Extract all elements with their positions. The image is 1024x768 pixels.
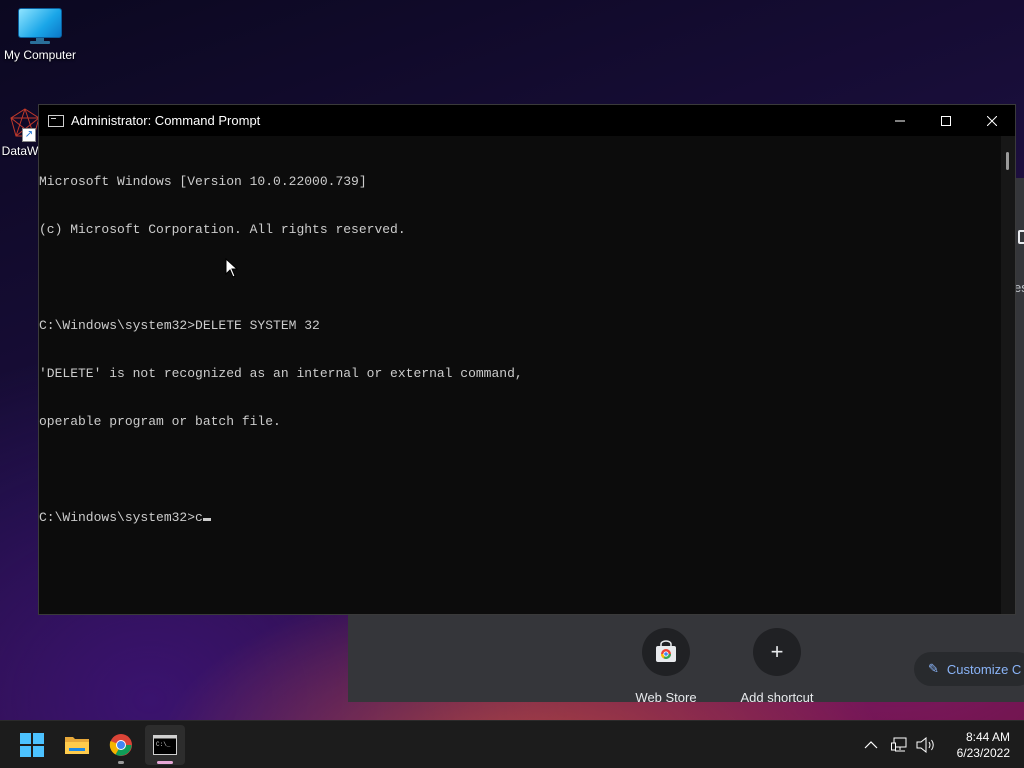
desktop-icon-my-computer[interactable]: My Computer [0, 8, 80, 62]
pencil-icon: ✎ [928, 661, 939, 676]
volume-icon [916, 737, 934, 753]
taskbar: C:\_ 8:44 AM 6/23/2022 [0, 720, 1024, 768]
command-input-value[interactable]: c [195, 510, 203, 525]
mouse-pointer-icon [225, 258, 239, 278]
show-hidden-icons-button[interactable] [864, 721, 878, 768]
webstore-icon [642, 628, 690, 676]
svg-text:C:\_: C:\_ [156, 741, 171, 748]
network-icon [891, 737, 907, 752]
running-indicator [118, 761, 124, 764]
shortcut-tile-web-store[interactable]: Web Store [611, 628, 721, 702]
prompt-text: C:\Windows\system32> [39, 510, 196, 525]
folder-icon [65, 737, 89, 754]
vertical-scrollbar[interactable] [1001, 136, 1015, 614]
tile-label: Add shortcut [740, 690, 814, 702]
clock-time: 8:44 AM [965, 730, 1010, 744]
maximize-button[interactable] [923, 105, 969, 136]
command-input-line[interactable]: C:\Windows\system32>c [39, 510, 1001, 526]
chrome-icon [109, 734, 132, 756]
plus-icon: + [753, 628, 801, 676]
start-button[interactable] [12, 725, 52, 765]
desktop-icon-label: My Computer [3, 48, 77, 62]
monitor-icon [18, 8, 62, 44]
active-indicator [157, 761, 173, 764]
network-button[interactable] [891, 721, 909, 768]
console-output[interactable]: Microsoft Windows [Version 10.0.22000.73… [39, 136, 1001, 614]
dataw-app-icon: ↗ [10, 108, 40, 142]
chevron-up-icon [864, 741, 878, 749]
command-prompt-window[interactable]: Administrator: Command Prompt Microsoft … [38, 104, 1016, 615]
customize-chrome-button[interactable]: ✎ Customize C [914, 652, 1024, 686]
cmd-icon: C:\_ [153, 735, 177, 755]
customize-label: Customize C [946, 661, 1022, 677]
console-line: Microsoft Windows [Version 10.0.22000.73… [39, 174, 367, 189]
console-line: operable program or batch file. [39, 414, 281, 429]
desktop-icon-label: DataW [1, 144, 39, 158]
tile-label: Web Store [635, 690, 697, 702]
clock-date: 6/23/2022 [956, 746, 1010, 760]
shortcut-arrow-icon: ↗ [22, 128, 36, 142]
windows-start-icon [20, 733, 44, 757]
maximize-icon [941, 115, 951, 126]
taskbar-clock[interactable]: 8:44 AM 6/23/2022 [942, 729, 1010, 761]
window-titlebar[interactable]: Administrator: Command Prompt [39, 105, 1015, 136]
close-icon [987, 115, 997, 126]
text-cursor [202, 518, 211, 521]
window-title: Administrator: Command Prompt [71, 113, 261, 128]
chrome-edge-icon [1018, 230, 1024, 244]
desktop-icon-dataw[interactable]: ↗ DataW [0, 108, 40, 158]
volume-button[interactable] [916, 721, 936, 768]
minimize-icon [895, 120, 905, 121]
shortcut-tile-add-shortcut[interactable]: + Add shortcut [722, 628, 832, 702]
close-button[interactable] [969, 105, 1015, 136]
console-line: 'DELETE' is not recognized as an interna… [39, 366, 523, 381]
taskbar-chrome[interactable] [101, 725, 141, 765]
taskbar-command-prompt[interactable]: C:\_ [145, 725, 185, 765]
taskbar-file-explorer[interactable] [57, 725, 97, 765]
scrollbar-thumb[interactable] [1006, 152, 1009, 170]
minimize-button[interactable] [877, 105, 923, 136]
console-line: C:\Windows\system32>DELETE SYSTEM 32 [39, 318, 320, 333]
console-line: (c) Microsoft Corporation. All rights re… [39, 222, 406, 237]
cmd-icon [48, 114, 64, 127]
